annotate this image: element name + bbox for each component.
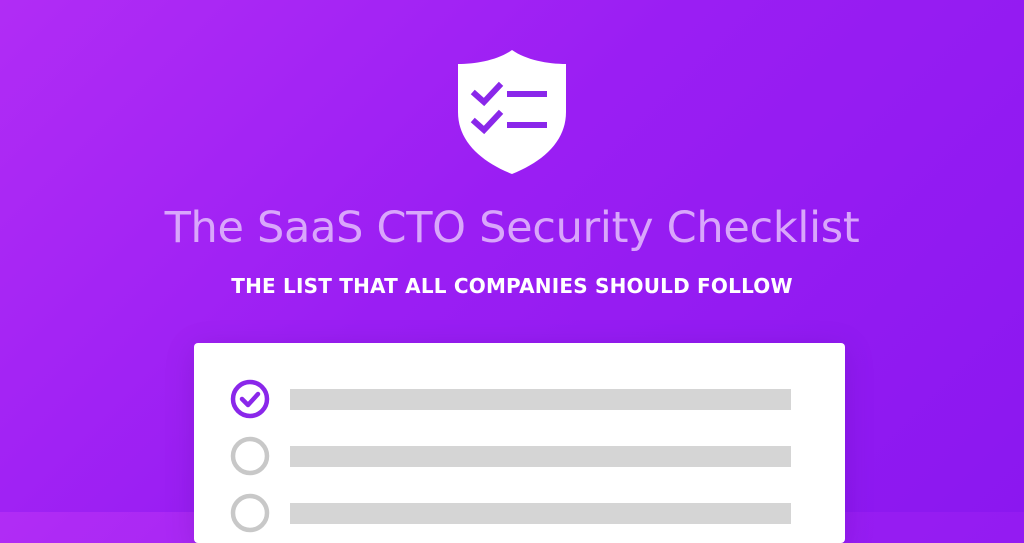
page-subtitle: THE LIST THAT ALL COMPANIES SHOULD FOLLO… <box>231 274 793 298</box>
checklist-item <box>230 492 791 534</box>
shield-shape <box>458 50 566 174</box>
checklist-card <box>194 343 845 543</box>
page-title: The SaaS CTO Security Checklist <box>164 203 860 253</box>
check-circle-icon[interactable] <box>230 379 270 419</box>
empty-circle-icon[interactable] <box>230 436 270 476</box>
shield-line-1 <box>507 91 547 97</box>
checklist-item <box>230 378 791 420</box>
checklist-item-placeholder-line <box>290 389 791 410</box>
shield-line-2 <box>507 122 547 128</box>
empty-circle-icon[interactable] <box>230 493 270 533</box>
checklist-item <box>230 435 791 477</box>
shield-checklist-icon <box>458 50 566 174</box>
checklist-item-placeholder-line <box>290 503 791 524</box>
checklist-item-placeholder-line <box>290 446 791 467</box>
